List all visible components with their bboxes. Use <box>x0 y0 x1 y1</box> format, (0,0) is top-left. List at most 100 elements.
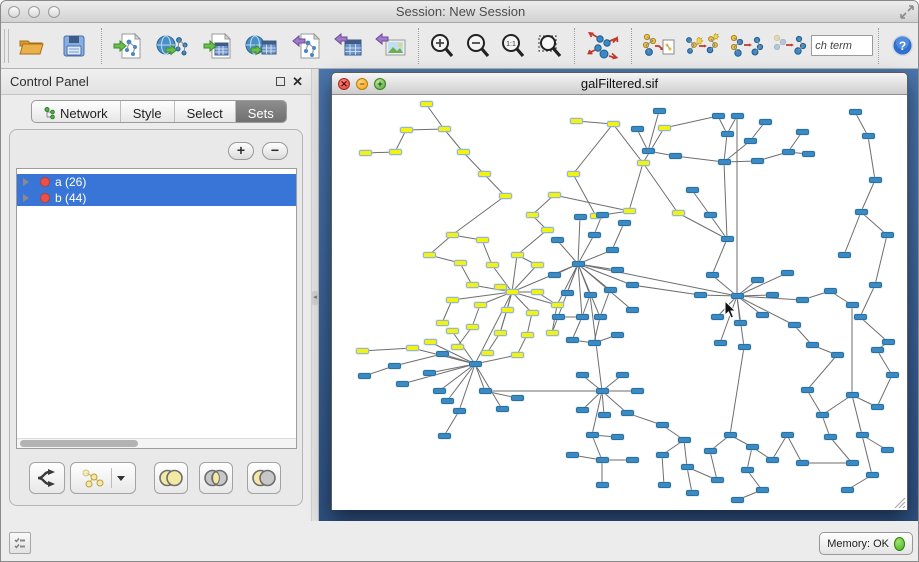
graph-node[interactable] <box>796 129 809 135</box>
search-input[interactable] <box>811 35 873 56</box>
tab-select[interactable]: Select <box>175 101 236 123</box>
graph-node[interactable] <box>574 214 587 220</box>
task-history-button[interactable] <box>9 532 31 554</box>
graph-node[interactable] <box>436 351 449 357</box>
graph-node[interactable] <box>781 432 794 438</box>
graph-node[interactable] <box>824 288 837 294</box>
graph-node[interactable] <box>623 208 636 214</box>
graph-node[interactable] <box>796 460 809 466</box>
graph-node[interactable] <box>604 287 617 293</box>
graph-node[interactable] <box>766 292 779 298</box>
graph-node[interactable] <box>718 159 731 165</box>
zoom-out-button[interactable] <box>460 28 496 64</box>
graph-node[interactable] <box>451 344 464 350</box>
graph-node[interactable] <box>838 252 851 258</box>
graph-node[interactable] <box>572 261 585 267</box>
network-window-titlebar[interactable]: ✕ − + galFiltered.sif <box>332 73 907 95</box>
save-session-button[interactable] <box>53 28 97 64</box>
graph-node[interactable] <box>751 158 764 164</box>
scrollbar-thumb[interactable] <box>20 440 138 447</box>
graph-node[interactable] <box>400 127 413 133</box>
intersection-button[interactable] <box>199 462 233 494</box>
graph-node[interactable] <box>854 314 867 320</box>
graph-node[interactable] <box>496 406 509 412</box>
graph-node[interactable] <box>441 398 454 404</box>
graph-node[interactable] <box>356 348 369 354</box>
graph-node[interactable] <box>855 209 868 215</box>
help-button[interactable]: ? <box>884 28 919 64</box>
export-table-button[interactable] <box>328 28 370 64</box>
graph-node[interactable] <box>869 282 882 288</box>
graph-node[interactable] <box>756 312 769 318</box>
graph-node[interactable] <box>731 497 744 503</box>
close-panel-icon[interactable]: ✕ <box>292 74 303 90</box>
graph-node[interactable] <box>686 490 699 496</box>
graph-node[interactable] <box>642 148 655 154</box>
graph-node[interactable] <box>846 302 859 308</box>
union-button[interactable] <box>154 462 188 494</box>
split-set-button[interactable] <box>29 462 65 494</box>
graph-node[interactable] <box>731 113 744 119</box>
graph-node[interactable] <box>734 320 747 326</box>
expand-arrow-icon[interactable] <box>23 194 29 202</box>
graph-node[interactable] <box>704 448 717 454</box>
fullscreen-icon[interactable] <box>900 5 914 19</box>
graph-node[interactable] <box>546 330 559 336</box>
graph-node[interactable] <box>446 297 459 303</box>
graph-node[interactable] <box>744 138 757 144</box>
graph-node[interactable] <box>446 328 459 334</box>
graph-node[interactable] <box>433 388 446 394</box>
graph-node[interactable] <box>586 432 599 438</box>
sets-list[interactable]: a (26) b (44) <box>16 168 297 449</box>
zoom-selected-button[interactable] <box>531 28 569 64</box>
graph-node[interactable] <box>781 270 794 276</box>
graph-node[interactable] <box>511 252 524 258</box>
window-titlebar[interactable]: Session: New Session <box>1 1 919 23</box>
graph-node[interactable] <box>871 347 884 353</box>
set-row-b[interactable]: b (44) <box>17 190 296 206</box>
graph-node[interactable] <box>656 422 669 428</box>
graph-node[interactable] <box>704 212 717 218</box>
graph-node[interactable] <box>494 284 507 290</box>
graph-node[interactable] <box>531 289 544 295</box>
graph-node[interactable] <box>566 452 579 458</box>
graph-node[interactable] <box>618 220 631 226</box>
graph-node[interactable] <box>706 272 719 278</box>
graph-node[interactable] <box>678 437 691 443</box>
hide-selection-button[interactable] <box>724 28 768 64</box>
apply-preferred-layout-button[interactable] <box>580 28 626 64</box>
graph-node[interactable] <box>596 212 609 218</box>
graph-node[interactable] <box>424 339 437 345</box>
graph-node[interactable] <box>841 487 854 493</box>
graph-node[interactable] <box>766 457 779 463</box>
graph-node[interactable] <box>626 282 639 288</box>
graph-node[interactable] <box>621 410 634 416</box>
graph-node[interactable] <box>626 307 639 313</box>
graph-node[interactable] <box>616 372 629 378</box>
graph-node[interactable] <box>721 131 734 137</box>
graph-node[interactable] <box>548 192 561 198</box>
export-network-button[interactable] <box>286 28 328 64</box>
graph-node[interactable] <box>711 477 724 483</box>
graph-node[interactable] <box>406 345 419 351</box>
import-table-url-button[interactable] <box>238 28 286 64</box>
graph-node[interactable] <box>751 277 764 283</box>
graph-node[interactable] <box>570 118 583 124</box>
tab-sets[interactable]: Sets <box>236 101 286 123</box>
graph-node[interactable] <box>669 153 682 159</box>
graph-node[interactable] <box>816 412 829 418</box>
graph-node[interactable] <box>802 151 815 157</box>
graph-node[interactable] <box>866 472 879 478</box>
graph-node[interactable] <box>714 340 727 346</box>
graph-node[interactable] <box>741 467 754 473</box>
graph-node[interactable] <box>566 337 579 343</box>
collapse-panel-icon[interactable]: ◂ <box>312 291 318 305</box>
graph-node[interactable] <box>658 125 671 131</box>
graph-node[interactable] <box>438 433 451 439</box>
graph-node[interactable] <box>824 434 837 440</box>
graph-node[interactable] <box>626 457 639 463</box>
graph-node[interactable] <box>494 330 507 336</box>
graph-node[interactable] <box>506 289 519 295</box>
open-session-button[interactable] <box>9 28 53 64</box>
graph-node[interactable] <box>576 372 589 378</box>
